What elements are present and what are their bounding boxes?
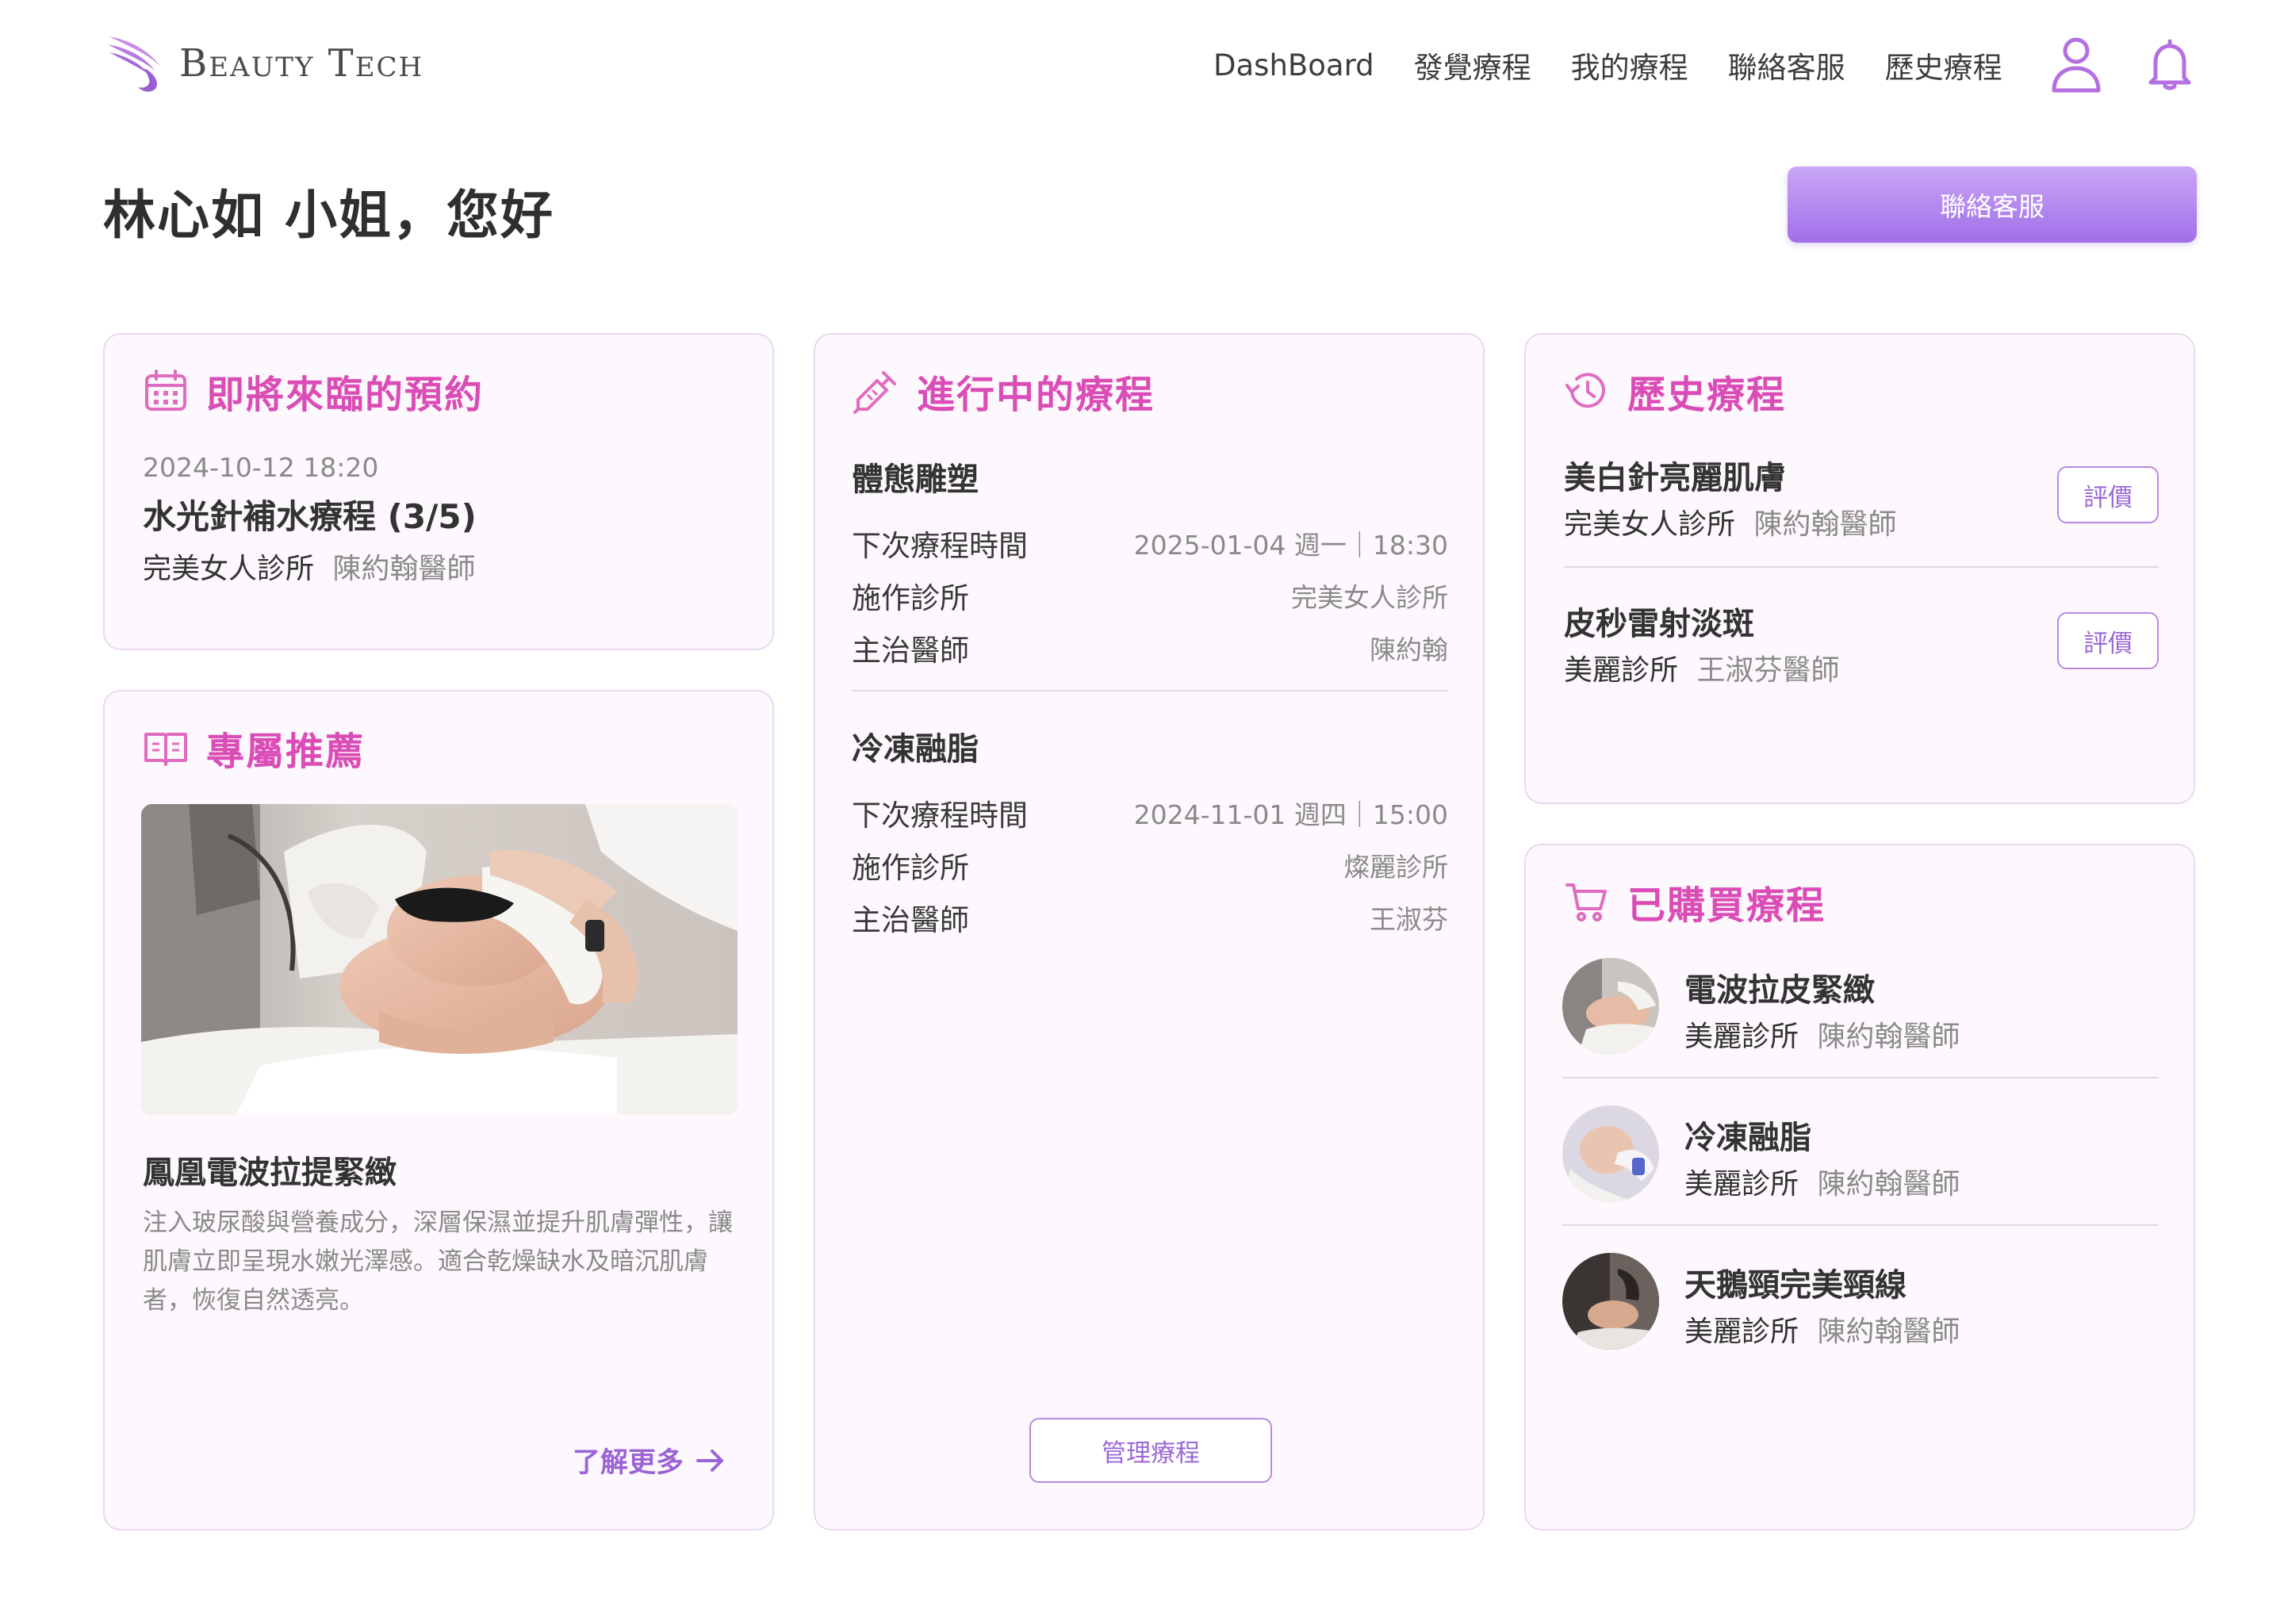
user-icon[interactable] <box>2049 35 2103 95</box>
clinic-value: 燦麗診所 <box>1343 852 1448 883</box>
nav-my-treatments[interactable]: 我的療程 <box>1571 44 1688 86</box>
calendar-icon <box>145 370 186 411</box>
purchased-item-name[interactable]: 冷凍融脂 <box>1684 1112 1811 1158</box>
purchased-item-doctor: 陳約翰醫師 <box>1817 1316 1960 1348</box>
purchased-divider <box>1562 1077 2159 1078</box>
ongoing-item-next-row: 下次療程時間 2025-01-04 週一｜18:30 <box>852 522 1448 565</box>
upcoming-doctor: 陳約翰醫師 <box>332 553 476 585</box>
upcoming-datetime: 2024-10-12 18:20 <box>143 452 379 483</box>
history-item-meta: 美麗診所 王淑芬醫師 <box>1564 647 1839 688</box>
ongoing-item-name[interactable]: 冷凍融脂 <box>852 723 979 769</box>
ongoing-item-clinic-row: 施作診所 完美女人診所 <box>852 574 1448 617</box>
purchased-item-meta: 美麗診所 陳約翰醫師 <box>1684 1161 1960 1202</box>
arrow-right-icon <box>696 1449 724 1472</box>
clinic-label: 施作診所 <box>852 851 969 885</box>
purchased-title: 已購買療程 <box>1627 883 1826 928</box>
wing-logo-icon <box>108 36 160 92</box>
learn-more-link[interactable]: 了解更多 <box>573 1440 726 1480</box>
nav-history[interactable]: 歷史療程 <box>1885 44 2002 86</box>
purchased-item-clinic: 美麗診所 <box>1684 1168 1799 1201</box>
history-item-meta: 完美女人診所 陳約翰醫師 <box>1564 501 1896 542</box>
ongoing-title: 進行中的療程 <box>917 373 1155 417</box>
purchased-item-name[interactable]: 天鵝頸完美頸線 <box>1684 1259 1907 1305</box>
purchased-divider <box>1562 1224 2159 1226</box>
cart-icon <box>1565 883 1607 921</box>
review-button[interactable]: 評價 <box>2057 466 2159 523</box>
history-item-doctor: 王淑芬醫師 <box>1696 654 1840 687</box>
next-session-label: 下次療程時間 <box>852 529 1028 563</box>
ongoing-title-row: 進行中的療程 <box>853 363 1155 419</box>
purchased-item-name[interactable]: 電波拉皮緊緻 <box>1684 964 1875 1010</box>
history-item-clinic: 完美女人診所 <box>1564 508 1736 541</box>
purchased-item-clinic: 美麗診所 <box>1684 1021 1799 1053</box>
ongoing-item-clinic-row: 施作診所 燦麗診所 <box>852 844 1448 887</box>
recommend-title-row: 專屬推薦 <box>143 720 365 776</box>
history-item-clinic: 美麗診所 <box>1564 654 1679 687</box>
brand-logo[interactable]: Beauty Tech <box>103 32 423 95</box>
purchased-item-doctor: 陳約翰醫師 <box>1817 1021 1960 1053</box>
next-session-value: 2025-01-04 週一｜18:30 <box>1133 530 1448 561</box>
main-nav: DashBoard 發覺療程 我的療程 聯絡客服 歷史療程 <box>1213 41 2002 89</box>
history-card: 歷史療程 美白針亮麗肌膚 完美女人診所 陳約翰醫師 評價 皮秒雷射淡斑 美麗診所… <box>1524 333 2195 804</box>
purchased-item-clinic: 美麗診所 <box>1684 1316 1799 1348</box>
nav-contact[interactable]: 聯絡客服 <box>1728 44 1845 86</box>
ongoing-item-doctor-row: 主治醫師 陳約翰 <box>852 626 1448 669</box>
history-title: 歷史療程 <box>1627 373 1787 417</box>
ongoing-item-name[interactable]: 體態雕塑 <box>852 454 979 500</box>
history-item-doctor: 陳約翰醫師 <box>1753 508 1897 541</box>
purchased-card: 已購買療程 電波拉皮緊緻 美麗診所 陳約翰醫師 冷凍融脂 美麗診所 陳約翰醫師 … <box>1524 844 2195 1530</box>
learn-more-label: 了解更多 <box>573 1447 684 1479</box>
purchased-item-thumbnail[interactable] <box>1562 958 1659 1055</box>
history-icon <box>1565 373 1605 408</box>
contact-support-button[interactable]: 聯絡客服 <box>1788 167 2197 243</box>
purchased-item-thumbnail[interactable] <box>1562 1253 1659 1350</box>
ongoing-item-next-row: 下次療程時間 2024-11-01 週四｜15:00 <box>852 791 1448 834</box>
history-item-name[interactable]: 皮秒雷射淡斑 <box>1564 598 1754 644</box>
purchased-item-meta: 美麗診所 陳約翰醫師 <box>1684 1308 1960 1350</box>
recommend-name[interactable]: 鳳凰電波拉提緊緻 <box>143 1147 397 1193</box>
history-divider <box>1564 566 2159 568</box>
purchased-title-row: 已購買療程 <box>1564 874 1826 929</box>
upcoming-title-row: 即將來臨的預約 <box>143 363 484 419</box>
recommend-title: 專屬推薦 <box>206 730 366 774</box>
recommend-treatment-image[interactable] <box>141 804 738 1115</box>
recommendation-card: 專屬推薦 鳳凰電波拉提緊緻 注入玻尿酸與營養成分，深層保濕並提升肌膚彈性，讓肌膚… <box>103 690 774 1530</box>
recommend-description: 注入玻尿酸與營養成分，深層保濕並提升肌膚彈性，讓肌膚立即呈現水嫩光澤感。適合乾燥… <box>143 1208 733 1315</box>
nav-dashboard[interactable]: DashBoard <box>1213 48 1374 82</box>
upcoming-treatment[interactable]: 水光針補水療程 (3/5) <box>143 490 477 538</box>
book-icon <box>144 733 187 766</box>
ongoing-treatments-card: 進行中的療程 體態雕塑 下次療程時間 2025-01-04 週一｜18:30 施… <box>814 333 1485 1530</box>
upcoming-appointment-card: 即將來臨的預約 2024-10-12 18:20 水光針補水療程 (3/5) 完… <box>103 333 774 650</box>
bell-icon[interactable] <box>2146 36 2194 92</box>
history-item-name[interactable]: 美白針亮麗肌膚 <box>1564 452 1786 498</box>
doctor-label: 主治醫師 <box>852 903 969 937</box>
clinic-value: 完美女人診所 <box>1291 582 1448 613</box>
next-session-value: 2024-11-01 週四｜15:00 <box>1133 799 1448 830</box>
upcoming-clinic: 完美女人診所 <box>143 553 315 585</box>
syringe-icon <box>853 371 896 414</box>
greeting: 林心如 小姐，您好 <box>103 185 554 246</box>
doctor-label: 主治醫師 <box>852 634 969 668</box>
brand-name: Beauty Tech <box>179 41 424 86</box>
manage-treatments-button[interactable]: 管理療程 <box>1029 1418 1272 1483</box>
purchased-item-thumbnail[interactable] <box>1562 1105 1659 1202</box>
ongoing-divider <box>852 690 1448 691</box>
doctor-value: 陳約翰 <box>1370 634 1448 665</box>
purchased-item-doctor: 陳約翰醫師 <box>1817 1168 1960 1201</box>
review-button[interactable]: 評價 <box>2057 612 2159 669</box>
ongoing-item-doctor-row: 主治醫師 王淑芬 <box>852 896 1448 939</box>
upcoming-clinic-row: 完美女人診所 陳約翰醫師 <box>143 546 475 587</box>
nav-discover[interactable]: 發覺療程 <box>1414 44 1531 86</box>
purchased-item-meta: 美麗診所 陳約翰醫師 <box>1684 1013 1960 1055</box>
upcoming-title: 即將來臨的預約 <box>206 373 485 417</box>
clinic-label: 施作診所 <box>852 581 969 615</box>
doctor-value: 王淑芬 <box>1370 904 1448 935</box>
next-session-label: 下次療程時間 <box>852 799 1028 833</box>
history-title-row: 歷史療程 <box>1564 363 1786 419</box>
